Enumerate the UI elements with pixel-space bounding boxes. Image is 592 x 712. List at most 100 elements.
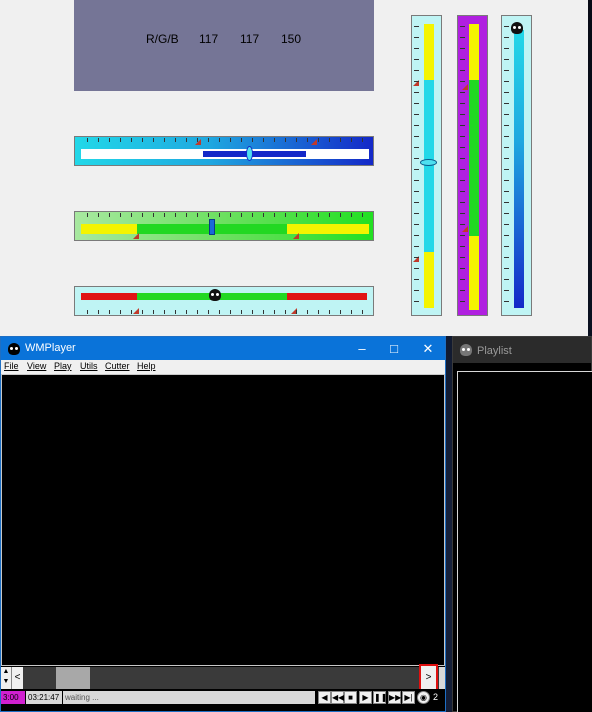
playlist-content[interactable] — [457, 371, 592, 712]
stop-icon[interactable]: ■ — [344, 691, 357, 704]
tick-mark — [329, 138, 330, 142]
tick-mark — [219, 213, 220, 217]
red-green-horizontal-trackbar[interactable] — [74, 286, 374, 316]
tick-mark — [230, 213, 231, 217]
trackbar-thumb[interactable] — [209, 219, 215, 235]
tick-mark — [318, 310, 319, 314]
trackbar-selection — [424, 80, 434, 252]
previous-icon[interactable]: ◀ — [318, 691, 331, 704]
fast-forward-icon[interactable]: ▶▶ — [388, 691, 401, 704]
tick-mark — [460, 180, 465, 181]
tick-mark — [504, 26, 509, 27]
tick-mark — [414, 103, 419, 104]
tick-mark — [414, 158, 419, 159]
total-time: 03:21:47 — [26, 691, 62, 704]
maximize-icon[interactable]: □ — [377, 337, 411, 360]
skull-icon — [460, 344, 472, 356]
tick-mark — [263, 138, 264, 142]
tick-mark — [87, 213, 88, 217]
tick-mark — [504, 257, 509, 258]
tick-mark — [362, 310, 363, 314]
tick-mark — [241, 310, 242, 314]
spin-arrows-icon[interactable]: ▲ ▼ — [1, 667, 11, 689]
tick-mark — [504, 268, 509, 269]
purple-vertical-trackbar[interactable] — [457, 15, 488, 316]
playlist-titlebar[interactable]: Playlist — [453, 337, 591, 363]
menu-view[interactable]: View — [27, 361, 46, 371]
volume-icon[interactable]: ◉ — [417, 691, 430, 704]
close-icon[interactable]: ✕ — [411, 337, 445, 360]
tick-mark — [230, 138, 231, 142]
tick-mark — [414, 246, 419, 247]
tick-mark — [504, 301, 509, 302]
seek-right-button[interactable]: > — [419, 664, 438, 691]
tick-mark — [460, 48, 465, 49]
menu-play[interactable]: Play — [54, 361, 72, 371]
tick-mark — [329, 213, 330, 217]
tick-mark — [460, 257, 465, 258]
tick-mark — [504, 290, 509, 291]
tick-mark — [414, 59, 419, 60]
blue-value: 150 — [281, 32, 302, 46]
seek-bar[interactable]: ▲ ▼ < > — [1, 664, 445, 691]
tick-mark — [208, 213, 209, 217]
tick-mark — [131, 310, 132, 314]
trackbar-thumb[interactable] — [420, 159, 437, 166]
tick-mark — [414, 48, 419, 49]
tick-mark — [263, 213, 264, 217]
cyan-vertical-trackbar[interactable] — [411, 15, 442, 316]
menu-help[interactable]: Help — [137, 361, 156, 371]
tick-mark — [120, 138, 121, 142]
tick-mark — [460, 81, 465, 82]
green-horizontal-trackbar[interactable] — [74, 211, 374, 241]
tick-mark — [329, 310, 330, 314]
marker-icon — [311, 139, 317, 145]
menu-cutter[interactable]: Cutter — [105, 361, 130, 371]
tick-mark — [460, 169, 465, 170]
skull-thumb-icon[interactable] — [209, 289, 221, 301]
tick-mark — [414, 191, 419, 192]
tick-mark — [504, 224, 509, 225]
menu-file[interactable]: File — [4, 361, 19, 371]
tick-mark — [252, 310, 253, 314]
pause-icon[interactable]: ❚❚ — [373, 691, 387, 704]
tick-mark — [285, 213, 286, 217]
rewind-icon[interactable]: ◀◀ — [331, 691, 344, 704]
tick-mark — [274, 213, 275, 217]
wmplayer-titlebar[interactable]: WMPlayer – □ ✕ — [1, 337, 445, 360]
play-icon[interactable]: ▶ — [359, 691, 372, 704]
tick-mark — [460, 202, 465, 203]
tick-mark — [120, 213, 121, 217]
tick-mark — [504, 191, 509, 192]
tick-mark — [460, 103, 465, 104]
seek-left-button[interactable]: < — [11, 667, 23, 689]
trackbar-thumb[interactable] — [246, 146, 253, 161]
tick-mark — [460, 268, 465, 269]
tick-mark — [296, 138, 297, 142]
blue-vertical-trackbar[interactable] — [501, 15, 532, 316]
tick-mark — [504, 70, 509, 71]
skull-thumb-icon[interactable] — [511, 22, 523, 34]
tick-mark — [197, 138, 198, 142]
tick-mark — [504, 279, 509, 280]
tick-mark — [131, 213, 132, 217]
tick-mark — [504, 136, 509, 137]
video-area[interactable] — [1, 374, 445, 666]
menu-bar: File View Play Utils Cutter Help — [1, 360, 445, 374]
tick-mark — [414, 257, 419, 258]
marker-icon — [462, 226, 468, 232]
seek-thumb[interactable] — [56, 667, 90, 689]
blue-horizontal-trackbar[interactable] — [74, 136, 374, 166]
tick-mark — [208, 310, 209, 314]
tick-mark — [460, 26, 465, 27]
seek-end-cap — [439, 667, 445, 689]
tick-mark — [460, 92, 465, 93]
tick-mark — [175, 213, 176, 217]
tick-mark — [414, 213, 419, 214]
next-icon[interactable]: ▶| — [402, 691, 415, 704]
tick-mark — [219, 138, 220, 142]
minimize-icon[interactable]: – — [345, 337, 379, 360]
menu-utils[interactable]: Utils — [80, 361, 98, 371]
tick-mark — [504, 48, 509, 49]
tick-mark — [504, 213, 509, 214]
